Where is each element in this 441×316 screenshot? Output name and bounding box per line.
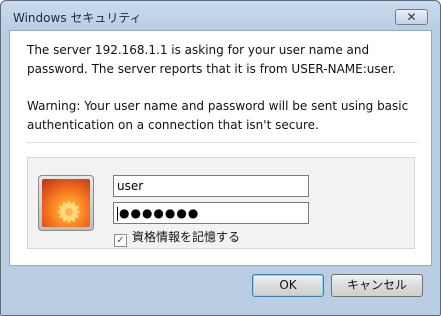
separator (26, 142, 417, 143)
dialog-content: The server 192.168.1.1 is asking for you… (9, 30, 432, 266)
window-title: Windows セキュリティ (13, 11, 142, 25)
username-input[interactable]: user (113, 175, 309, 197)
text-caret (117, 206, 118, 221)
avatar-image (42, 179, 90, 227)
remember-checkbox[interactable]: ✓ (114, 234, 127, 247)
remember-credentials[interactable]: ✓ 資格情報を記憶する (114, 229, 241, 247)
check-icon: ✓ (116, 235, 125, 246)
close-button[interactable]: ✕ (395, 9, 428, 25)
password-input[interactable]: ●●●●●●● (113, 202, 309, 224)
ok-button[interactable]: OK (252, 274, 324, 297)
remember-label: 資格情報を記憶する (132, 230, 241, 244)
password-dots: ●●●●●●● (119, 206, 200, 220)
warning-message: Warning: Your user name and password wil… (27, 99, 409, 132)
server-message: The server 192.168.1.1 is asking for you… (27, 43, 396, 76)
cancel-button[interactable]: キャンセル (331, 274, 423, 297)
security-dialog: Windows セキュリティ ✕ The server 192.168.1.1 … (0, 0, 441, 316)
close-icon: ✕ (406, 10, 417, 24)
user-avatar-icon (38, 175, 94, 231)
credential-panel: user ●●●●●●● ✓ 資格情報を記憶する (27, 157, 415, 249)
flower-image (58, 201, 80, 223)
